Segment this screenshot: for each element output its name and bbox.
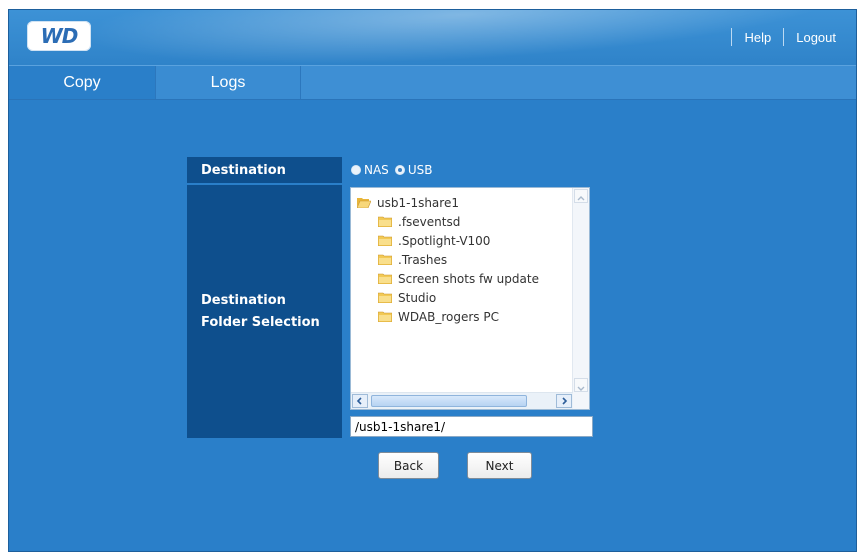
- radio-nas-label: NAS: [364, 163, 389, 177]
- destination-label: Destination: [187, 157, 342, 183]
- radio-button-nas[interactable]: [351, 165, 361, 175]
- radio-button-usb[interactable]: [394, 165, 405, 175]
- vertical-scrollbar[interactable]: [572, 188, 589, 393]
- tree-root-node[interactable]: usb1-1share1: [357, 193, 459, 212]
- tree-node[interactable]: WDAB_rogers PC: [378, 307, 499, 326]
- top-links: Help Logout: [719, 28, 836, 46]
- folder-selection-label: Destination Folder Selection: [187, 185, 342, 438]
- tree-node-label: .fseventsd: [398, 214, 461, 229]
- scroll-left-button[interactable]: [352, 394, 368, 408]
- help-link[interactable]: Help: [744, 30, 771, 45]
- app-window: WD Help Logout Copy Logs Destination NAS…: [8, 9, 857, 552]
- tree-node-label: WDAB_rogers PC: [398, 309, 499, 324]
- tree-node[interactable]: Screen shots fw update: [378, 269, 539, 288]
- tab-copy[interactable]: Copy: [9, 66, 155, 99]
- radio-nas[interactable]: NAS: [351, 163, 389, 177]
- radio-usb-label: USB: [407, 163, 433, 177]
- scroll-down-button[interactable]: [574, 378, 588, 392]
- tab-logs[interactable]: Logs: [155, 66, 301, 99]
- chevron-left-icon: [356, 397, 362, 405]
- folder-icon: [378, 216, 392, 227]
- back-button[interactable]: Back: [378, 452, 439, 479]
- radio-usb[interactable]: USB: [394, 163, 433, 177]
- header: WD Help Logout: [9, 10, 856, 65]
- tree-node[interactable]: .Trashes: [378, 250, 447, 269]
- tree-node-label: Screen shots fw update: [398, 271, 539, 286]
- tree-node[interactable]: .Spotlight-V100: [378, 231, 490, 250]
- next-button[interactable]: Next: [467, 452, 532, 479]
- folder-icon: [378, 254, 392, 265]
- folder-tree[interactable]: usb1-1share1 .fseventsd .Spotlight-V100 …: [350, 187, 590, 410]
- chevron-right-icon: [562, 397, 568, 405]
- tab-bar: Copy Logs: [9, 65, 856, 100]
- scroll-up-button[interactable]: [574, 189, 588, 203]
- destination-radio-group: NAS USB: [351, 163, 438, 177]
- chevron-up-icon: [577, 196, 585, 201]
- tree-node-label: .Trashes: [398, 252, 448, 267]
- folder-icon: [378, 311, 392, 322]
- divider: [731, 28, 733, 46]
- divider: [783, 28, 785, 46]
- tree-node-label: Studio: [398, 290, 437, 305]
- horizontal-scrollbar[interactable]: [351, 392, 573, 409]
- scroll-thumb[interactable]: [371, 395, 527, 407]
- destination-path-field[interactable]: [350, 416, 593, 437]
- folder-icon: [378, 235, 392, 246]
- folder-icon: [378, 273, 392, 284]
- wd-logo: WD: [27, 21, 91, 51]
- folder-icon: [378, 292, 392, 303]
- open-folder-icon: [357, 197, 371, 208]
- folder-tree-content: usb1-1share1 .fseventsd .Spotlight-V100 …: [351, 188, 573, 393]
- logout-link[interactable]: Logout: [796, 30, 836, 45]
- folder-label-line1: Destination: [201, 292, 286, 308]
- folder-label-line2: Folder Selection: [201, 314, 320, 330]
- tree-node[interactable]: Studio: [378, 288, 436, 307]
- scroll-right-button[interactable]: [556, 394, 572, 408]
- tree-node[interactable]: .fseventsd: [378, 212, 460, 231]
- tree-node-label: .Spotlight-V100: [398, 233, 491, 248]
- tree-root-label: usb1-1share1: [377, 195, 459, 210]
- scrollbar-corner: [573, 393, 589, 409]
